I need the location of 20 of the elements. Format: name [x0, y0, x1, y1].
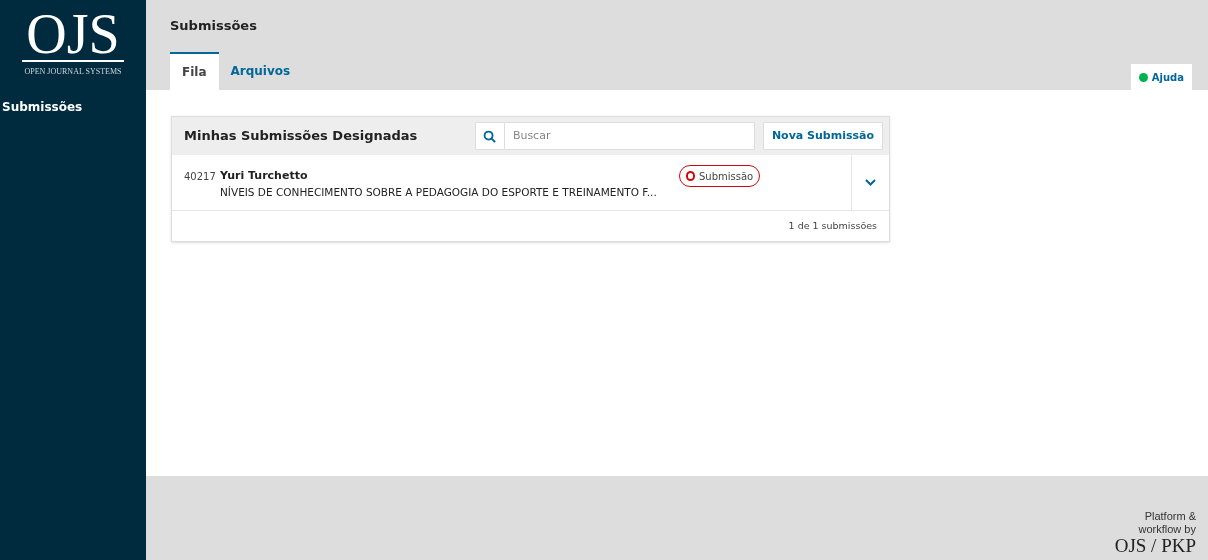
tab[interactable]: Arquivos	[218, 52, 303, 90]
page-title: Submissões	[170, 17, 258, 35]
submission-id: 40217	[184, 170, 217, 184]
footer-logo: OJS / PKP	[1114, 536, 1196, 556]
logo-mark: OJS	[22, 8, 124, 62]
footer-text: Platform & workflow by	[1138, 510, 1196, 536]
author-name: Yuri Turchetto	[220, 168, 309, 184]
help-button[interactable]: Ajuda	[1130, 64, 1192, 90]
new-submission-button[interactable]: Nova Submissão	[762, 122, 883, 150]
result-count: 1 de 1 submissões	[788, 218, 877, 233]
search-button[interactable]	[474, 122, 505, 150]
logo-subtitle: OPEN JOURNAL SYSTEMS	[24, 66, 122, 78]
panel-title: Minhas Submissões Designadas	[184, 127, 419, 146]
search-icon	[483, 129, 497, 143]
submission-row[interactable]: 40217 Yuri Turchetto NÍVEIS DE CONHECIMENTO SOBRE A PEDAGOGIA DO ESPORTE E TREINAMENTO F... Submissão	[172, 155, 889, 211]
search-field[interactable]: Buscar	[504, 122, 755, 150]
submission-title: NÍVEIS DE CONHECIMENTO SOBRE A PEDAGOGIA DO ESPORTE E TREINAMENTO F...	[220, 184, 658, 200]
sidebar-item[interactable]: Submissões	[0, 94, 146, 120]
chevron-icon	[865, 179, 876, 186]
tab[interactable]: Fila	[170, 52, 219, 90]
